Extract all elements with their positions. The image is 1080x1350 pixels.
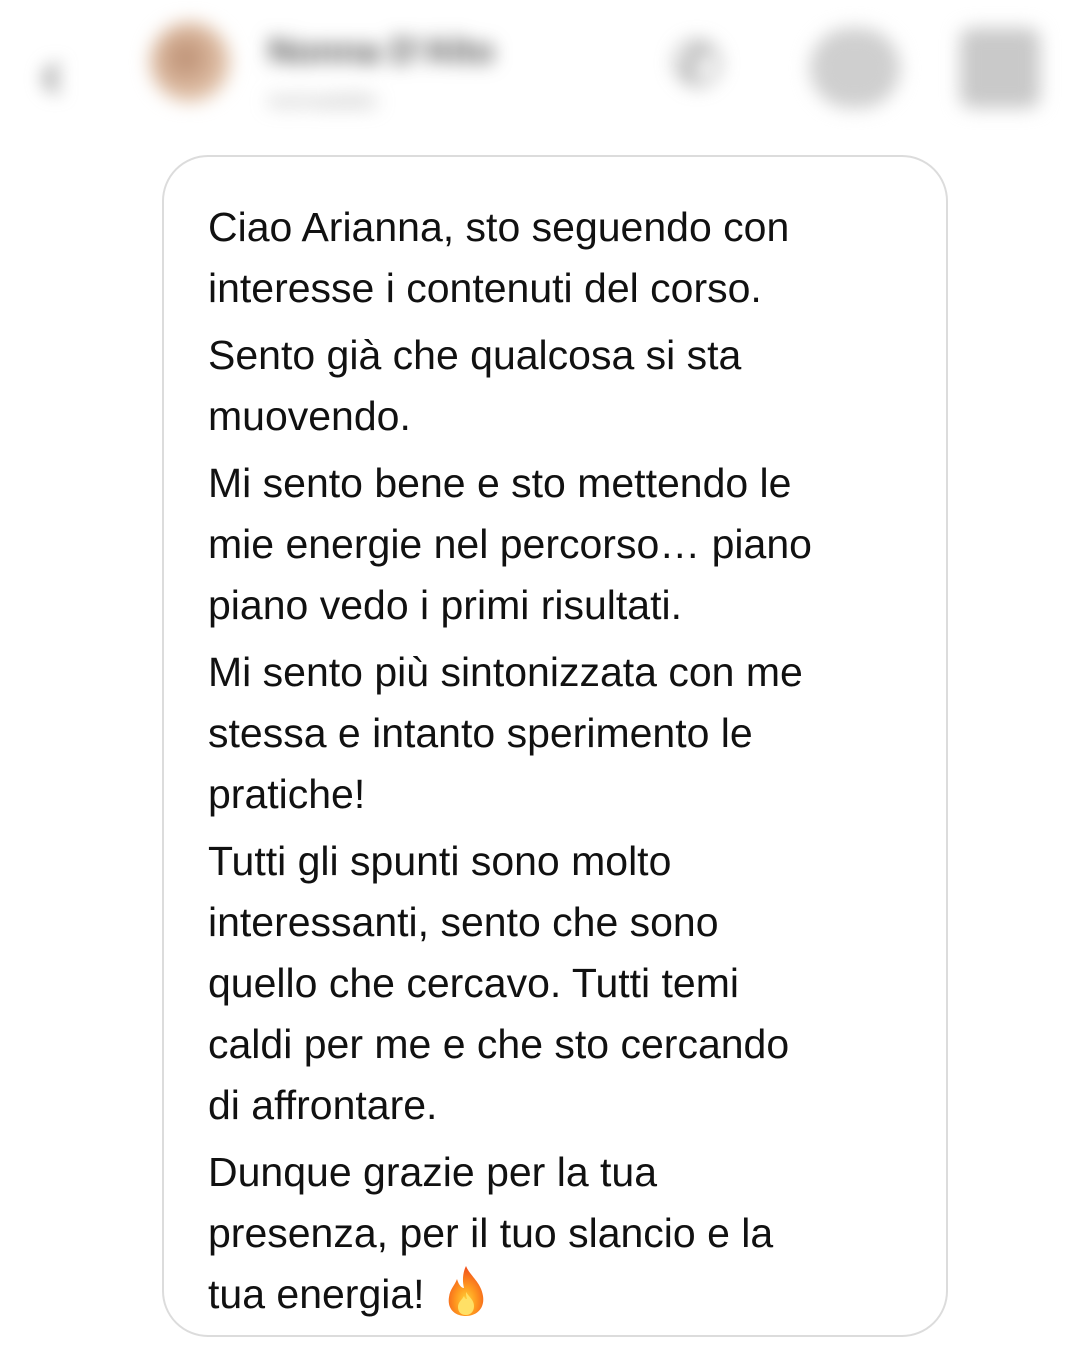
message-last-paragraph: Dunque grazie per la tua presenza, per i… (208, 1142, 902, 1325)
message-bubble[interactable]: Ciao Arianna, sto seguendo con interesse… (162, 155, 948, 1337)
message-paragraph: Mi sento più sintonizzata con me stessa … (208, 649, 803, 817)
message-paragraph: Tutti gli spunti sono molto interessanti… (208, 838, 790, 1128)
blurred-header-content: ‹ Nonna D'Alto nonnadalto ✆ (0, 0, 1080, 150)
video-icon[interactable] (810, 28, 900, 108)
contact-name[interactable]: Nonna D'Alto (268, 30, 495, 72)
fire-icon (448, 1266, 483, 1316)
phone-icon[interactable]: ✆ (672, 30, 742, 100)
back-icon[interactable]: ‹ (40, 38, 110, 108)
message-paragraph: Ciao Arianna, sto seguendo con interesse… (208, 204, 790, 311)
message-paragraph: Mi sento bene e sto mettendo le mie ener… (208, 460, 812, 628)
info-icon[interactable] (960, 28, 1040, 108)
chat-header: ‹ Nonna D'Alto nonnadalto ✆ (0, 0, 1080, 150)
contact-username: nonnadalto (268, 88, 377, 113)
message-paragraph: Dunque grazie per la tua presenza, per i… (208, 1149, 774, 1317)
avatar[interactable] (150, 22, 230, 102)
message-paragraph: Sento già che qualcosa si sta muovendo. (208, 332, 742, 439)
